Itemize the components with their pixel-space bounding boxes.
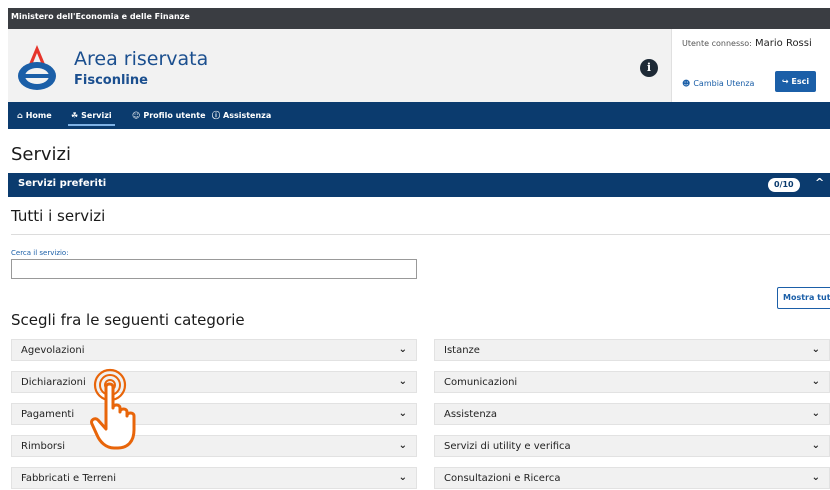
services-icon: ☘ xyxy=(71,111,79,120)
site-header: Area riservata Fisconline i Utente conne… xyxy=(8,29,830,102)
favorites-label: Servizi preferiti xyxy=(18,178,107,189)
home-icon: ⌂ xyxy=(17,111,23,120)
user-panel: Utente connesso: Mario Rossi ☻ Cambia Ute… xyxy=(671,29,830,102)
search-label: Cerca il servizio: xyxy=(11,249,69,257)
category-fabbricati-terreni[interactable]: Fabbricati e Terreni ⌄ xyxy=(11,467,417,489)
show-all-button[interactable]: Mostra tutti xyxy=(777,287,830,309)
category-agevolazioni[interactable]: Agevolazioni ⌄ xyxy=(11,339,417,361)
divider xyxy=(11,234,830,235)
page-title: Servizi xyxy=(11,144,72,165)
chevron-down-icon: ⌄ xyxy=(398,440,407,451)
user-label: Utente connesso: xyxy=(682,39,752,48)
nav-item-label: Servizi xyxy=(81,111,112,120)
chevron-down-icon: ⌄ xyxy=(398,376,407,387)
change-user-link[interactable]: ☻ Cambia Utenza xyxy=(682,79,754,88)
category-label: Servizi di utility e verifica xyxy=(444,441,571,452)
brand-subtitle: Fisconline xyxy=(74,73,148,88)
nav-item-servizi[interactable]: ☘ Servizi xyxy=(68,102,115,129)
browser-viewport: Ministero dell'Economia e delle Finanze … xyxy=(8,8,830,490)
category-servizi-utility[interactable]: Servizi di utility e verifica ⌄ xyxy=(434,435,830,457)
nav-item-assistenza[interactable]: ⓘ Assistenza xyxy=(212,102,271,129)
nav-item-home[interactable]: ⌂ Home xyxy=(17,102,52,129)
category-comunicazioni[interactable]: Comunicazioni ⌄ xyxy=(434,371,830,393)
nav-item-profilo[interactable]: ☺ Profilo utente xyxy=(132,102,206,129)
nav-item-label: Assistenza xyxy=(223,111,272,120)
ministry-label: Ministero dell'Economia e delle Finanze xyxy=(11,12,190,21)
category-istanze[interactable]: Istanze ⌄ xyxy=(434,339,830,361)
category-rimborsi[interactable]: Rimborsi ⌄ xyxy=(11,435,417,457)
category-label: Istanze xyxy=(444,345,480,356)
chevron-down-icon: ⌄ xyxy=(811,408,820,419)
category-pagamenti[interactable]: Pagamenti ⌄ xyxy=(11,403,417,425)
chevron-down-icon: ⌄ xyxy=(811,472,820,483)
logout-icon: ↪ xyxy=(781,77,792,86)
category-label: Dichiarazioni xyxy=(21,377,86,388)
favorites-count-badge: 0/10 xyxy=(768,178,800,192)
pointing-hand-icon xyxy=(90,368,136,450)
change-user-label: Cambia Utenza xyxy=(693,79,755,88)
chevron-down-icon: ⌄ xyxy=(811,440,820,451)
agenzia-entrate-logo-icon[interactable] xyxy=(14,43,60,93)
category-label: Consultazioni e Ricerca xyxy=(444,473,561,484)
main-nav: ⌂ Home ☘ Servizi ☺ Profilo utente ⓘ Assisten… xyxy=(8,102,830,129)
category-label: Agevolazioni xyxy=(21,345,85,356)
chevron-down-icon: ⌄ xyxy=(811,376,820,387)
user-name: Mario Rossi xyxy=(755,38,812,49)
users-icon: ☻ xyxy=(682,79,691,88)
chevron-down-icon: ⌄ xyxy=(398,344,407,355)
chevron-down-icon: ⌄ xyxy=(398,408,407,419)
category-assistenza[interactable]: Assistenza ⌄ xyxy=(434,403,830,425)
brand-title: Area riservata xyxy=(74,48,209,70)
category-consultazioni-ricerca[interactable]: Consultazioni e Ricerca ⌄ xyxy=(434,467,830,489)
all-services-title: Tutti i servizi xyxy=(11,207,106,225)
logout-label: Esci xyxy=(791,77,810,86)
nav-item-label: Home xyxy=(25,111,52,120)
nav-item-label: Profilo utente xyxy=(143,111,206,120)
category-label: Rimborsi xyxy=(21,441,66,452)
chevron-down-icon: ⌄ xyxy=(398,472,407,483)
user-icon: ☺ xyxy=(132,111,141,120)
category-label: Assistenza xyxy=(444,409,498,420)
info-icon[interactable]: i xyxy=(640,59,658,77)
categories-title: Scegli fra le seguenti categorie xyxy=(11,311,245,329)
category-label: Pagamenti xyxy=(21,409,75,420)
info-circle-icon: ⓘ xyxy=(212,111,220,120)
category-dichiarazioni[interactable]: Dichiarazioni ⌄ xyxy=(11,371,417,393)
ministry-bar: Ministero dell'Economia e delle Finanze xyxy=(8,8,830,29)
category-label: Fabbricati e Terreni xyxy=(21,473,117,484)
chevron-up-icon[interactable]: ^ xyxy=(815,176,824,189)
logout-button[interactable]: ↪ Esci xyxy=(775,71,816,92)
category-label: Comunicazioni xyxy=(444,377,518,388)
favorites-accordion[interactable]: Servizi preferiti 0/10 ^ xyxy=(8,173,830,197)
chevron-down-icon: ⌄ xyxy=(811,344,820,355)
search-input[interactable] xyxy=(11,259,417,279)
